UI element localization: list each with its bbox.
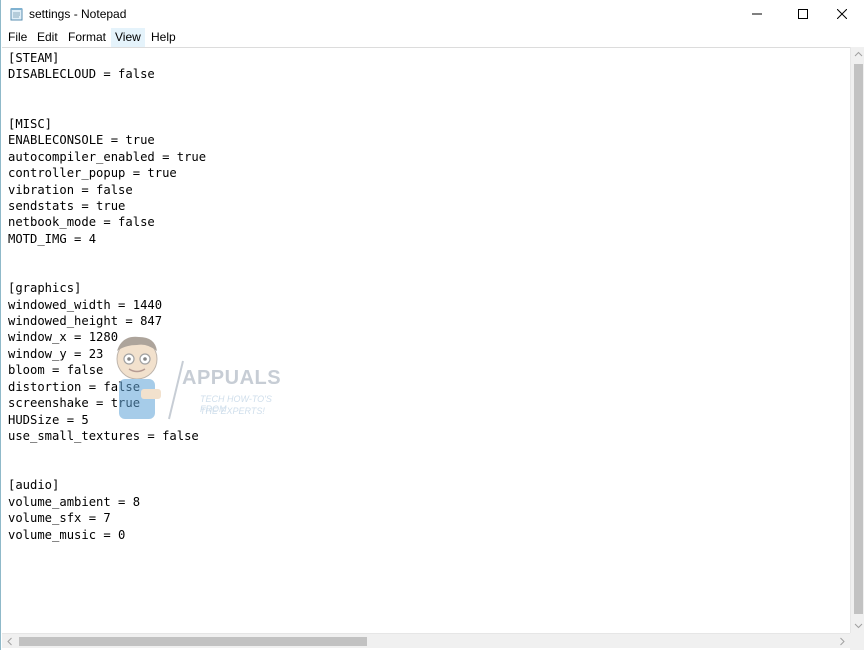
- scroll-left-button[interactable]: [2, 634, 18, 649]
- text-editor[interactable]: [STEAM] DISABLECLOUD = false [MISC] ENABLE…: [2, 47, 850, 633]
- text-line[interactable]: [STEAM]: [8, 50, 206, 66]
- text-line[interactable]: bloom = false: [8, 362, 206, 378]
- scroll-up-button[interactable]: [851, 47, 864, 63]
- close-icon: [837, 9, 847, 19]
- text-line[interactable]: screenshake = true: [8, 395, 206, 411]
- text-line[interactable]: controller_popup = true: [8, 165, 206, 181]
- menu-bar: File Edit Format View Help: [1, 28, 864, 47]
- notepad-icon[interactable]: [10, 7, 23, 21]
- text-line[interactable]: [8, 461, 206, 477]
- text-line[interactable]: use_small_textures = false: [8, 428, 206, 444]
- text-line[interactable]: [8, 83, 206, 99]
- notepad-window: settings - Notepad File Edit Format View…: [0, 0, 864, 650]
- watermark-tagline-1: TECH HOW-TO'S FROM: [200, 394, 272, 414]
- text-line[interactable]: ENABLECONSOLE = true: [8, 132, 206, 148]
- chevron-down-icon: [854, 623, 863, 629]
- text-line[interactable]: [8, 247, 206, 263]
- chevron-left-icon: [7, 637, 12, 646]
- vertical-scrollbar[interactable]: [850, 47, 864, 633]
- menu-view[interactable]: View: [111, 28, 145, 47]
- horizontal-scrollbar[interactable]: [2, 633, 850, 648]
- minimize-icon: [752, 13, 762, 15]
- editor-text[interactable]: [STEAM] DISABLECLOUD = false [MISC] ENABLE…: [8, 50, 206, 543]
- text-line[interactable]: window_x = 1280: [8, 329, 206, 345]
- text-line[interactable]: [MISC]: [8, 116, 206, 132]
- text-line[interactable]: [audio]: [8, 477, 206, 493]
- chevron-up-icon: [854, 51, 863, 57]
- size-grip[interactable]: [850, 633, 864, 650]
- text-line[interactable]: vibration = false: [8, 182, 206, 198]
- maximize-icon: [798, 9, 808, 19]
- scroll-down-button[interactable]: [851, 617, 864, 633]
- minimize-button[interactable]: [734, 0, 780, 28]
- text-line[interactable]: [graphics]: [8, 280, 206, 296]
- text-line[interactable]: windowed_height = 847: [8, 313, 206, 329]
- vertical-scroll-thumb[interactable]: [854, 64, 863, 614]
- close-button[interactable]: [819, 0, 864, 28]
- text-line[interactable]: window_y = 23: [8, 346, 206, 362]
- text-line[interactable]: sendstats = true: [8, 198, 206, 214]
- text-line[interactable]: netbook_mode = false: [8, 214, 206, 230]
- text-line[interactable]: DISABLECLOUD = false: [8, 66, 206, 82]
- menu-edit[interactable]: Edit: [37, 28, 58, 47]
- text-line[interactable]: MOTD_IMG = 4: [8, 231, 206, 247]
- horizontal-scroll-thumb[interactable]: [19, 637, 367, 646]
- window-title: settings - Notepad: [29, 7, 127, 21]
- watermark-tagline-2: THE EXPERTS!: [200, 406, 265, 416]
- menu-format[interactable]: Format: [68, 28, 106, 47]
- text-line[interactable]: autocompiler_enabled = true: [8, 149, 206, 165]
- chevron-right-icon: [840, 637, 845, 646]
- menu-file[interactable]: File: [8, 28, 27, 47]
- text-line[interactable]: volume_music = 0: [8, 527, 206, 543]
- menu-help[interactable]: Help: [151, 28, 176, 47]
- text-line[interactable]: [8, 445, 206, 461]
- text-line[interactable]: distortion = false: [8, 379, 206, 395]
- text-line[interactable]: volume_ambient = 8: [8, 494, 206, 510]
- text-line[interactable]: [8, 264, 206, 280]
- scroll-right-button[interactable]: [834, 634, 850, 649]
- title-bar[interactable]: settings - Notepad: [1, 0, 864, 28]
- text-line[interactable]: [8, 99, 206, 115]
- text-line[interactable]: HUDSize = 5: [8, 412, 206, 428]
- text-line[interactable]: windowed_width = 1440: [8, 297, 206, 313]
- text-line[interactable]: volume_sfx = 7: [8, 510, 206, 526]
